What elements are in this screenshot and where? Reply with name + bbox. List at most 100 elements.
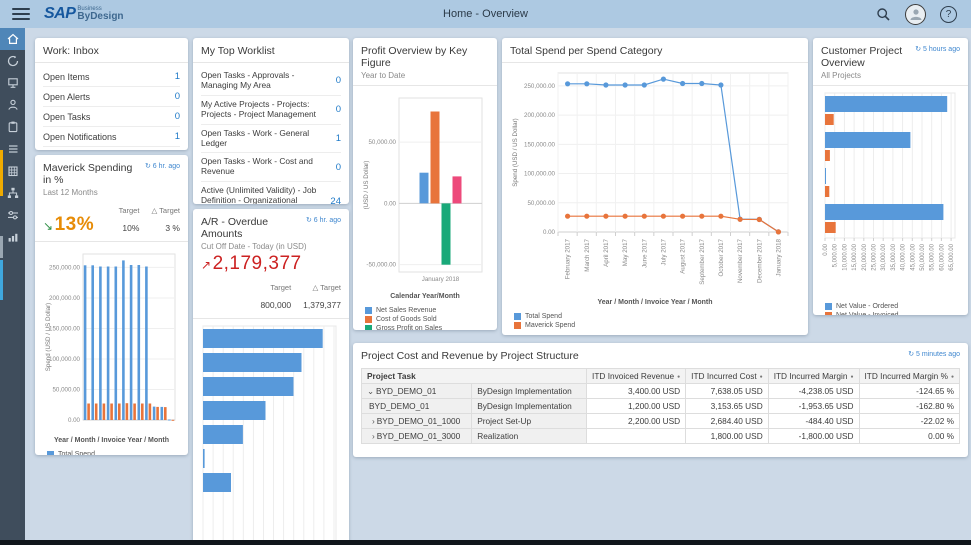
building-icon — [6, 164, 20, 178]
x-axis-title: Calendar Year/Month — [361, 293, 489, 302]
customer-project-bar-chart: 0.005,000.0010,000.0015,000.0020,000.002… — [821, 90, 960, 298]
inbox-row[interactable]: Open Clarifications 0 — [43, 147, 180, 150]
svg-text:100,000.00: 100,000.00 — [49, 356, 81, 363]
sidebar-item-org[interactable] — [0, 182, 25, 204]
card-title: Customer Project Overview — [821, 45, 911, 69]
table-row[interactable]: ›BYD_DEMO_01_1000 Project Set-Up 2,200.0… — [362, 414, 960, 429]
trend-up-icon: ↗ — [201, 258, 212, 272]
table-row[interactable]: BYD_DEMO_01 ByDesign Implementation 1,20… — [362, 399, 960, 414]
worklist-count[interactable]: 0 — [336, 75, 341, 86]
card-title: Project Cost and Revenue by Project Stru… — [361, 350, 579, 362]
svg-text:50,000.00: 50,000.00 — [52, 386, 80, 393]
inbox-row[interactable]: Open Items 1 — [43, 67, 180, 87]
expander-icon[interactable]: ⌄ — [367, 386, 374, 396]
worklist-item[interactable]: Open Tasks - Approvals - Managing My Are… — [201, 67, 341, 96]
card-profit-overview[interactable]: Profit Overview by Key Figure Year to Da… — [353, 38, 497, 330]
svg-text:March 2017: March 2017 — [584, 238, 591, 271]
svg-text:October 2017: October 2017 — [718, 238, 725, 276]
measure-icon: ● — [677, 374, 680, 380]
svg-text:April 2017: April 2017 — [603, 238, 610, 266]
person-icon — [6, 98, 20, 112]
worklist-item[interactable]: My Active Projects - Projects: Projects … — [201, 96, 341, 125]
svg-text:-50,000.00: -50,000.00 — [366, 262, 396, 269]
svg-text:0.00: 0.00 — [384, 200, 397, 207]
worklist-count[interactable]: 0 — [336, 162, 341, 173]
avatar[interactable] — [905, 4, 926, 25]
sidebar-item-worklist[interactable] — [0, 138, 25, 160]
card-customer-projects[interactable]: Customer Project Overview ↻ 5 hours ago … — [813, 38, 968, 315]
worklist-count[interactable]: 0 — [336, 104, 341, 115]
svg-text:250,000.00: 250,000.00 — [49, 264, 81, 271]
card-project-cost-revenue[interactable]: Project Cost and Revenue by Project Stru… — [353, 343, 968, 457]
card-subtitle: All Projects — [821, 71, 960, 80]
delta-target-value: 3 % — [165, 223, 180, 233]
inbox-count[interactable]: 0 — [175, 111, 180, 122]
legend-item: Maverick Spend — [514, 322, 800, 329]
svg-text:(USD / US Dollar): (USD / US Dollar) — [363, 161, 370, 210]
card-subtitle: Cut Off Date - Today (in USD) — [201, 242, 341, 251]
worklist-item[interactable]: Active (Unlimited Validity) - Job Defini… — [201, 182, 341, 204]
expander-icon[interactable]: › — [372, 416, 375, 426]
top-bar: SAP Business ByDesign Home - Overview ? — [0, 0, 971, 28]
x-axis-title: Year / Month / Invoice Year / Month — [510, 299, 800, 308]
legend-item: Total Spend — [514, 313, 800, 320]
card-ar-overdue[interactable]: A/R - Overdue Amounts ↻ 6 hr. ago Cut Of… — [193, 209, 349, 545]
worklist-item[interactable]: Open Tasks - Work - General Ledger 1 — [201, 125, 341, 154]
inbox-label: Open Items — [43, 72, 90, 82]
sidebar-item-tasks[interactable] — [0, 116, 25, 138]
worklist-count[interactable]: 24 — [330, 196, 341, 204]
sidebar-item-company[interactable] — [0, 160, 25, 182]
search-icon[interactable] — [876, 7, 891, 22]
svg-text:Spend (USD / US Dollar): Spend (USD / US Dollar) — [45, 303, 52, 371]
inbox-row[interactable]: Open Notifications 1 — [43, 127, 180, 147]
worklist-item[interactable]: Open Tasks - Work - Cost and Revenue 0 — [201, 153, 341, 182]
chart-legend: Total Spend Maverick Spend — [43, 451, 180, 455]
column-header[interactable]: ITD Incurred Margin %● — [859, 369, 960, 384]
svg-text:February 2017: February 2017 — [565, 238, 572, 279]
output-device-icon — [6, 76, 20, 90]
card-maverick-spending[interactable]: Maverick Spending in % ↻ 6 hr. ago Last … — [35, 155, 188, 455]
refresh-label[interactable]: ↻ 6 hr. ago — [306, 216, 341, 224]
scroll-marker-orange — [0, 150, 3, 196]
worklist-label: Open Tasks - Work - General Ledger — [201, 129, 332, 149]
expander-icon[interactable]: › — [372, 431, 375, 441]
sidebar-item-analytics[interactable] — [0, 226, 25, 248]
inbox-row[interactable]: Open Tasks 0 — [43, 107, 180, 127]
refresh-label[interactable]: ↻ 5 hours ago — [915, 45, 960, 53]
legend-item: Net Value - Invoiced — [825, 312, 960, 315]
column-header[interactable]: ITD Invoiced Revenue● — [587, 369, 686, 384]
inbox-count[interactable]: 1 — [175, 131, 180, 142]
bar-chart-icon — [6, 230, 20, 244]
sidebar-item-history[interactable] — [0, 50, 25, 72]
total-spend-line-chart: 0.0050,000.00100,000.00150,000.00200,000… — [510, 67, 800, 297]
card-top-worklist[interactable]: My Top Worklist Open Tasks - Approvals -… — [193, 38, 349, 204]
column-project-task[interactable]: Project Task — [362, 369, 587, 384]
column-header[interactable]: ITD Incurred Cost● — [686, 369, 769, 384]
table-row[interactable]: ⌄BYD_DEMO_01 ByDesign Implementation 3,4… — [362, 384, 960, 399]
legend-item: Net Value - Ordered — [825, 303, 960, 310]
card-total-spend[interactable]: Total Spend per Spend Category 0.0050,00… — [502, 38, 808, 335]
table-row[interactable]: ›BYD_DEMO_01_3000 Realization 1,800.00 U… — [362, 429, 960, 444]
scroll-marker-blue — [0, 260, 3, 300]
column-header[interactable]: ITD Incurred Margin● — [768, 369, 859, 384]
svg-text:December 2017: December 2017 — [756, 238, 763, 283]
svg-text:January 2018: January 2018 — [775, 238, 782, 276]
help-icon[interactable]: ? — [940, 6, 957, 23]
sidebar-item-people[interactable] — [0, 94, 25, 116]
refresh-label[interactable]: ↻ 5 minutes ago — [908, 350, 960, 358]
svg-text:60,000.00: 60,000.00 — [939, 243, 945, 270]
svg-text:May 2017: May 2017 — [622, 238, 629, 266]
inbox-row[interactable]: Open Alerts 0 — [43, 87, 180, 107]
refresh-label[interactable]: ↻ 6 hr. ago — [145, 162, 180, 170]
card-title: Maverick Spending in % — [43, 162, 141, 186]
inbox-count[interactable]: 0 — [175, 91, 180, 102]
svg-text:August 2017: August 2017 — [680, 238, 687, 273]
worklist-count[interactable]: 1 — [336, 133, 341, 144]
svg-text:50,000.00: 50,000.00 — [920, 243, 926, 270]
inbox-count[interactable]: 1 — [175, 71, 180, 82]
sidebar-item-output[interactable] — [0, 72, 25, 94]
sidebar-item-settings[interactable] — [0, 204, 25, 226]
card-work-inbox[interactable]: Work: Inbox Open Items 1 Open Alerts 0 O… — [35, 38, 188, 150]
maverick-spend-bar-chart: 0.0050,000.00100,000.00150,000.00200,000… — [43, 246, 180, 435]
sidebar-item-home[interactable] — [0, 28, 25, 50]
